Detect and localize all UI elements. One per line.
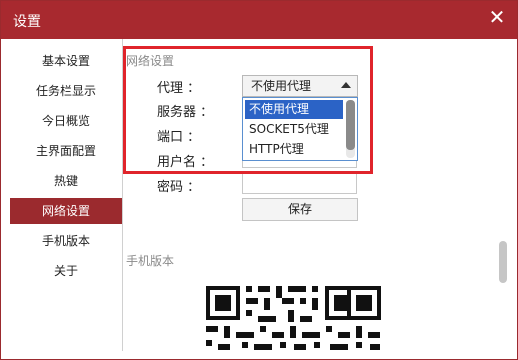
proxy-option-socket5[interactable]: SOCKET5代理 (245, 120, 343, 139)
title-bar: 设置 ✕ (1, 1, 517, 39)
qr-code (196, 272, 396, 351)
chevron-up-icon (341, 82, 351, 88)
username-label: 用户名 ： (157, 155, 214, 170)
settings-content: 网络设置 代理 ： 服务器 ： 端口 ： 用户名 ： 密码 ： 不使用代理 不使… (123, 39, 517, 351)
proxy-dropdown-list: 不使用代理 SOCKET5代理 HTTP代理 (242, 97, 358, 161)
sidebar-item-main-ui[interactable]: 主界面配置 (10, 138, 122, 164)
server-label: 服务器 ： (157, 105, 214, 120)
sidebar-item-taskbar[interactable]: 任务栏显示 (10, 78, 122, 104)
window-title: 设置 (13, 14, 41, 30)
proxy-option-http[interactable]: HTTP代理 (245, 140, 343, 159)
proxy-select[interactable]: 不使用代理 (242, 75, 358, 97)
sidebar-item-about[interactable]: 关于 (10, 258, 122, 284)
sidebar-item-network[interactable]: 网络设置 (10, 198, 122, 224)
dropdown-scroll-thumb[interactable] (346, 100, 355, 150)
proxy-select-value: 不使用代理 (251, 79, 312, 93)
save-button[interactable]: 保存 (242, 198, 358, 221)
password-field[interactable] (242, 172, 357, 194)
content-scroll-thumb[interactable] (499, 241, 507, 283)
port-label: 端口 ： (157, 130, 201, 145)
sidebar-item-hotkeys[interactable]: 热键 (10, 168, 122, 194)
mobile-section-title: 手机版本 (126, 254, 175, 268)
sidebar-item-today[interactable]: 今日概览 (10, 108, 122, 134)
proxy-option-none[interactable]: 不使用代理 (245, 100, 343, 119)
proxy-label: 代理 ： (157, 81, 201, 96)
sidebar-item-mobile[interactable]: 手机版本 (10, 228, 122, 254)
settings-window: 设置 ✕ 基本设置 任务栏显示 今日概览 主界面配置 热键 网络设置 手机版本 … (0, 0, 518, 360)
sidebar-item-basic[interactable]: 基本设置 (10, 48, 122, 74)
network-section-title: 网络设置 (126, 54, 175, 68)
close-icon[interactable]: ✕ (487, 7, 507, 27)
password-label: 密码 ： (157, 180, 201, 195)
settings-sidebar: 基本设置 任务栏显示 今日概览 主界面配置 热键 网络设置 手机版本 关于 (10, 39, 122, 351)
